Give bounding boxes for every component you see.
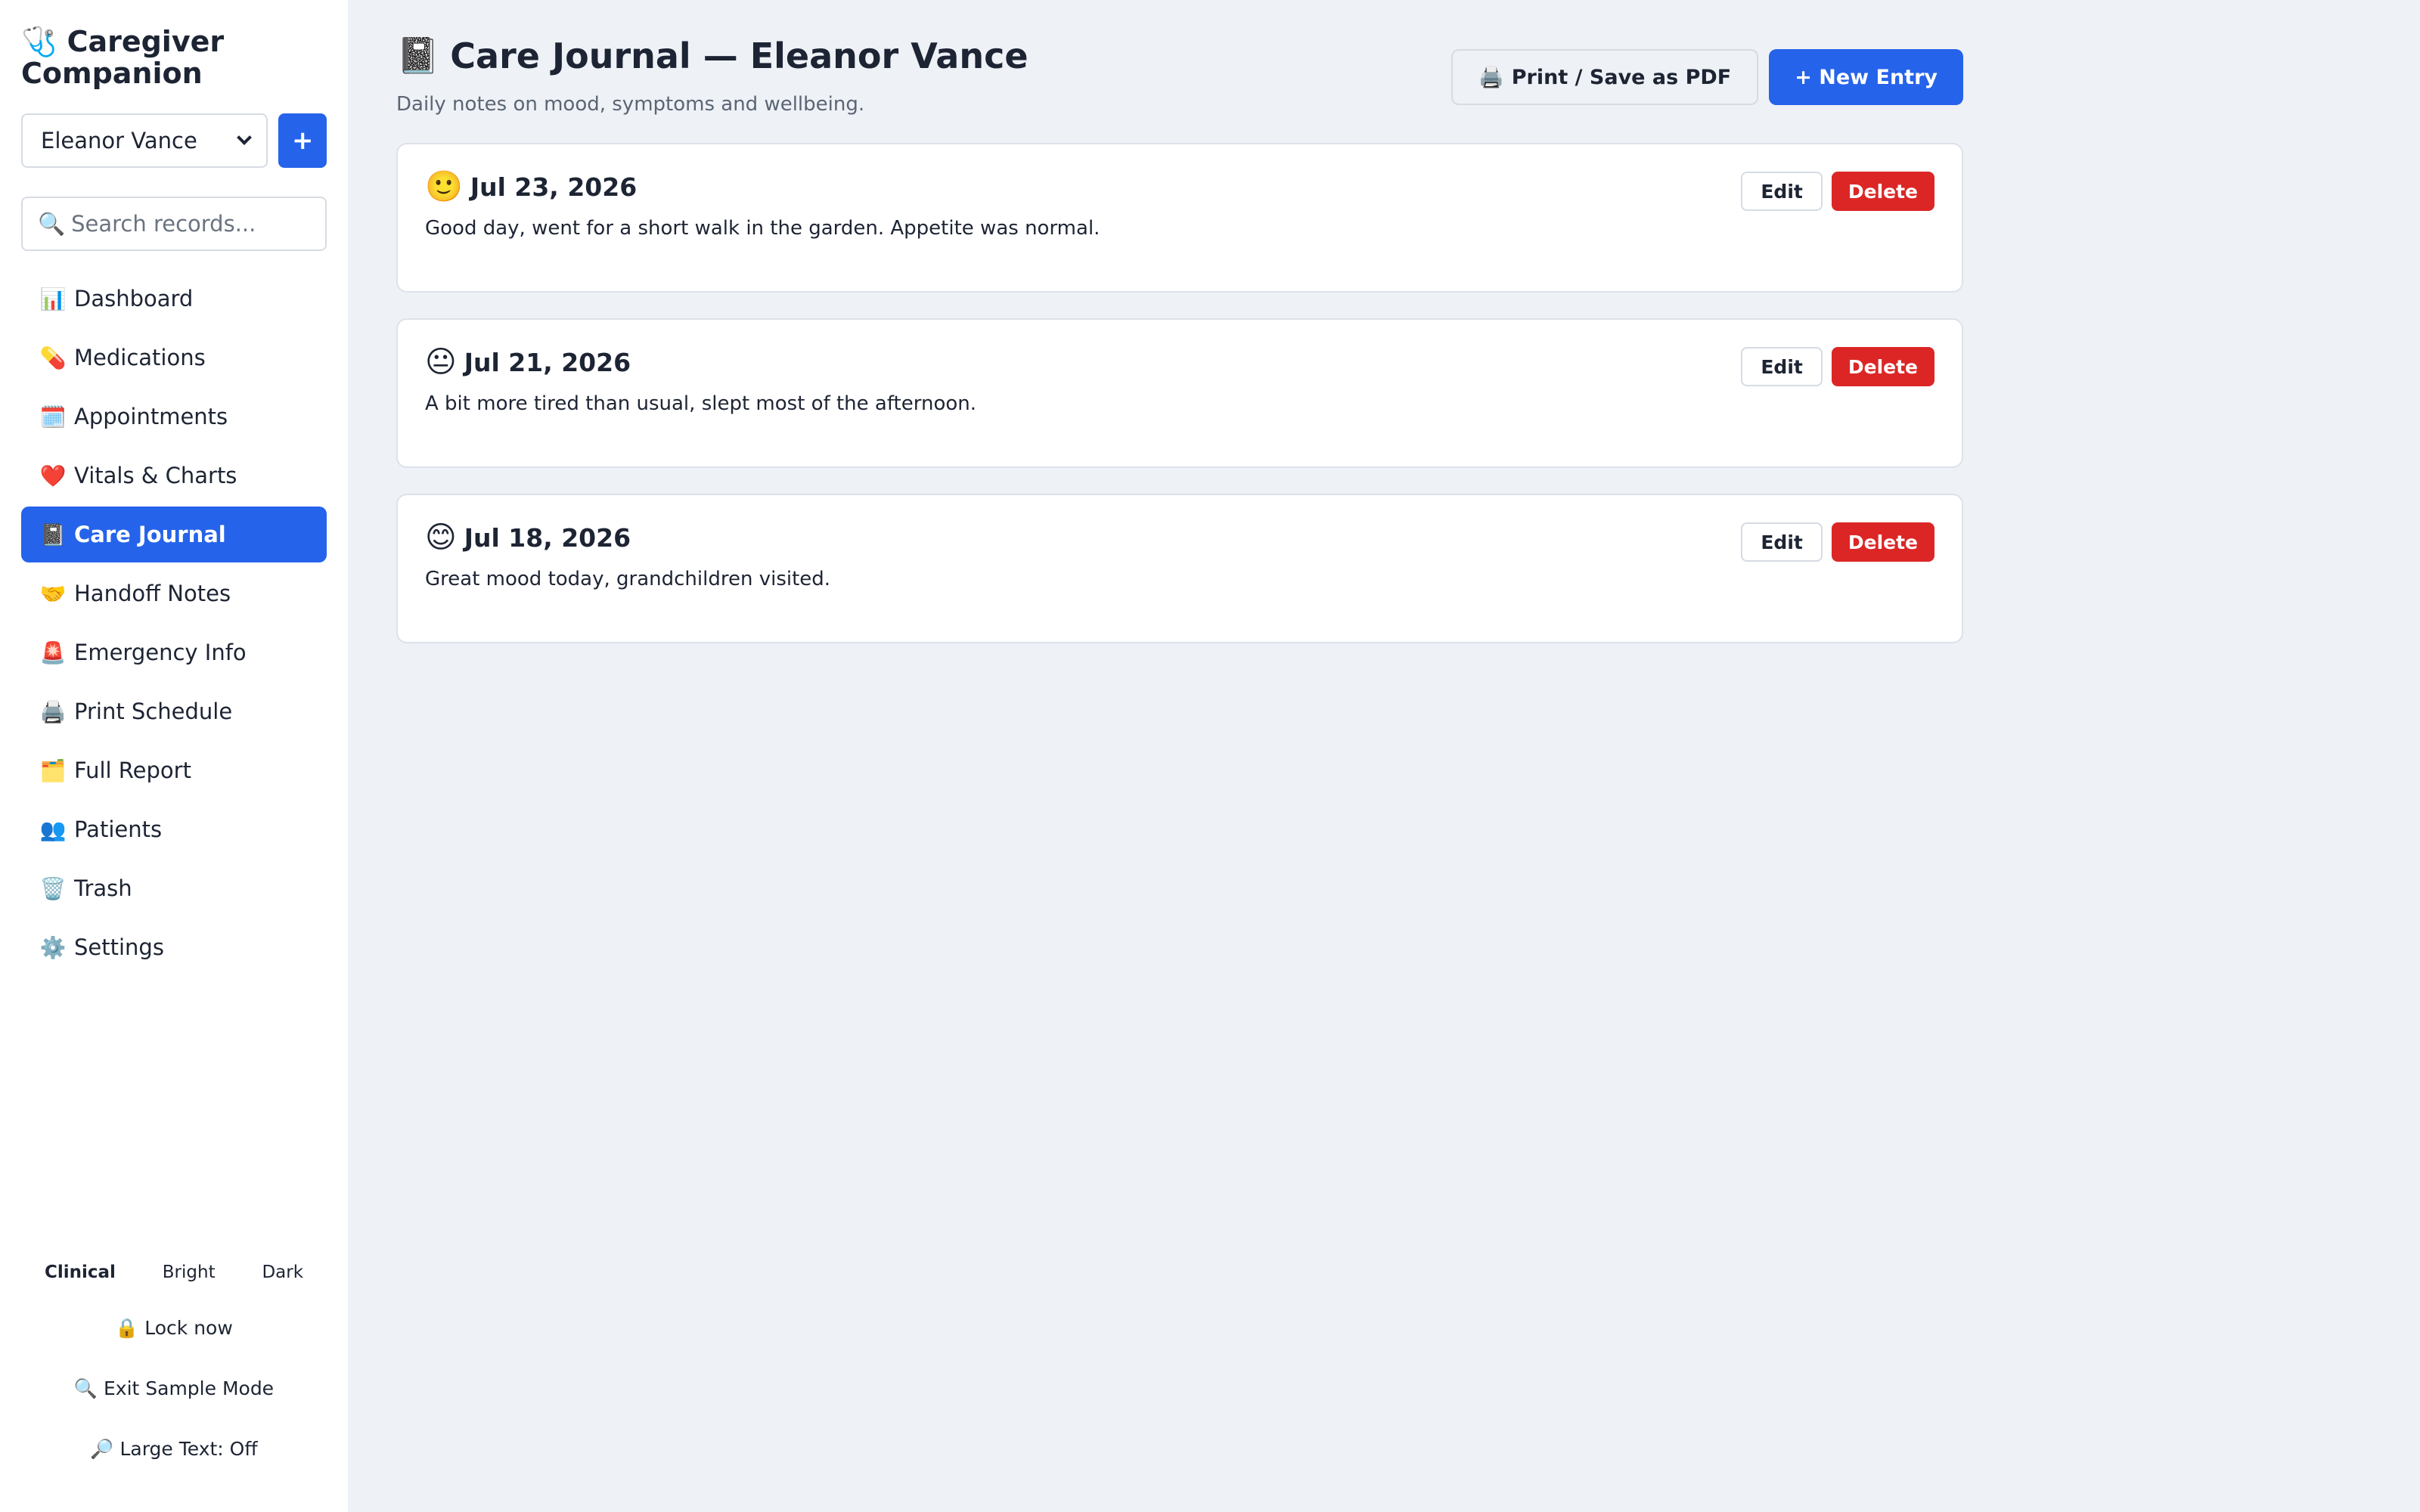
printer-icon: 🖨️ [39, 699, 67, 724]
sidebar-item-handoff-notes[interactable]: 🤝 Handoff Notes [21, 565, 327, 621]
sidebar-item-label: Care Journal [74, 522, 226, 547]
folder-icon: 🗂️ [39, 758, 67, 783]
sidebar: 🩺 Caregiver Companion Eleanor Vance + 🔍 … [0, 0, 348, 1512]
edit-entry-button[interactable]: Edit [1741, 172, 1823, 211]
sidebar-item-care-journal[interactable]: 📓 Care Journal [21, 507, 327, 562]
dashboard-icon: 📊 [39, 286, 67, 311]
sidebar-item-settings[interactable]: ⚙️ Settings [21, 919, 327, 975]
entry-actions: Edit Delete [1741, 522, 1934, 562]
sidebar-item-label: Handoff Notes [74, 581, 231, 606]
page-subtitle: Daily notes on mood, symptoms and wellbe… [396, 93, 865, 116]
sidebar-item-full-report[interactable]: 🗂️ Full Report [21, 742, 327, 798]
sidebar-item-appointments[interactable]: 🗓️ Appointments [21, 389, 327, 445]
entry-note: Good day, went for a short walk in the g… [425, 217, 1100, 240]
handshake-icon: 🤝 [39, 581, 67, 606]
sidebar-item-label: Vitals & Charts [74, 463, 237, 488]
sidebar-item-label: Settings [74, 934, 164, 960]
exit-sample-mode-button[interactable]: 🔍 Exit Sample Mode [21, 1377, 327, 1400]
page-heading: 📓 Care Journal — Eleanor Vance Daily not… [396, 35, 1028, 116]
calendar-icon: 🗓️ [39, 404, 67, 429]
app-root: 🩺 Caregiver Companion Eleanor Vance + 🔍 … [0, 0, 2420, 1512]
new-entry-button[interactable]: + New Entry [1769, 49, 1963, 105]
sidebar-nav: 📊 Dashboard 💊 Medications 🗓️ Appointments ❤… [21, 271, 327, 975]
entry-actions: Edit Delete [1741, 172, 1934, 211]
print-pdf-button[interactable]: 🖨️ Print / Save as PDF [1451, 49, 1759, 105]
sidebar-item-trash[interactable]: 🗑️ Trash [21, 860, 327, 916]
theme-dark[interactable]: Dark [262, 1263, 303, 1282]
page-title-text: Care Journal — Eleanor Vance [450, 35, 1028, 76]
brand: 🩺 Caregiver Companion [21, 26, 327, 89]
stethoscope-icon: 🩺 [21, 25, 57, 58]
patient-select[interactable]: Eleanor Vance [21, 113, 268, 168]
theme-clinical[interactable]: Clinical [45, 1263, 116, 1282]
search-placeholder: Search records... [71, 211, 256, 237]
chevron-down-icon [237, 130, 253, 145]
theme-switcher: Clinical Bright Dark [21, 1263, 327, 1282]
patient-row: Eleanor Vance + [21, 113, 327, 168]
sidebar-item-dashboard[interactable]: 📊 Dashboard [21, 271, 327, 327]
entry-date: Jul 23, 2026 [470, 172, 638, 202]
heart-icon: ❤️ [39, 463, 67, 488]
entry-header: 🙂 Jul 23, 2026 [425, 170, 1934, 203]
edit-entry-button[interactable]: Edit [1741, 522, 1823, 562]
entry-actions: Edit Delete [1741, 347, 1934, 386]
sidebar-item-label: Patients [74, 816, 163, 842]
main-content: 📓 Care Journal — Eleanor Vance Daily not… [348, 0, 2420, 1512]
siren-icon: 🚨 [39, 640, 67, 665]
entry-date: Jul 21, 2026 [464, 347, 631, 377]
sidebar-item-label: Medications [74, 345, 206, 370]
journal-entry: 🙂 Jul 23, 2026 Good day, went for a shor… [396, 143, 1963, 293]
edit-entry-button[interactable]: Edit [1741, 347, 1823, 386]
entry-header: 😐 Jul 21, 2026 [425, 345, 1934, 379]
search-icon: 🔍 [38, 210, 66, 237]
large-text-toggle[interactable]: 🔎 Large Text: Off [21, 1438, 327, 1461]
search-input[interactable]: 🔍 Search records... [21, 197, 327, 251]
sidebar-item-label: Emergency Info [74, 640, 247, 665]
gear-icon: ⚙️ [39, 934, 67, 960]
sidebar-item-print-schedule[interactable]: 🖨️ Print Schedule [21, 683, 327, 739]
mood-neutral-icon: 😐 [425, 345, 457, 380]
sidebar-item-label: Print Schedule [74, 699, 233, 724]
page-header: 📓 Care Journal — Eleanor Vance Daily not… [396, 35, 1963, 116]
sidebar-footer: Clinical Bright Dark 🔒 Lock now 🔍 Exit S… [21, 1263, 327, 1461]
delete-entry-button[interactable]: Delete [1831, 172, 1934, 211]
lock-now-button[interactable]: 🔒 Lock now [21, 1317, 327, 1340]
sidebar-item-label: Appointments [74, 404, 228, 429]
sidebar-item-label: Dashboard [74, 286, 194, 311]
delete-entry-button[interactable]: Delete [1831, 522, 1934, 562]
add-patient-button[interactable]: + [278, 113, 327, 168]
sidebar-item-patients[interactable]: 👥 Patients [21, 801, 327, 857]
printer-icon: 🖨️ [1478, 66, 1504, 89]
entry-date: Jul 18, 2026 [464, 522, 631, 553]
sidebar-item-vitals[interactable]: ❤️ Vitals & Charts [21, 448, 327, 503]
mood-slight-smile-icon: 🙂 [425, 169, 463, 204]
notebook-icon: 📓 [396, 35, 440, 76]
sidebar-item-medications[interactable]: 💊 Medications [21, 330, 327, 386]
delete-entry-button[interactable]: Delete [1831, 347, 1934, 386]
entry-header: 😊 Jul 18, 2026 [425, 521, 1934, 554]
mood-happy-icon: 😊 [425, 520, 457, 555]
notebook-icon: 📓 [39, 522, 67, 547]
sidebar-item-label: Full Report [74, 758, 191, 783]
print-pdf-label: Print / Save as PDF [1511, 65, 1732, 89]
entry-note: A bit more tired than usual, slept most … [425, 392, 977, 415]
patient-select-value: Eleanor Vance [41, 128, 197, 153]
journal-entry: 😐 Jul 21, 2026 A bit more tired than usu… [396, 318, 1963, 468]
people-icon: 👥 [39, 816, 67, 842]
journal-entries: 🙂 Jul 23, 2026 Good day, went for a shor… [396, 143, 1963, 643]
page-title: 📓 Care Journal — Eleanor Vance [396, 35, 1028, 76]
journal-entry: 😊 Jul 18, 2026 Great mood today, grandch… [396, 494, 1963, 643]
pill-icon: 💊 [39, 345, 67, 370]
sidebar-item-label: Trash [74, 875, 132, 901]
trash-icon: 🗑️ [39, 875, 67, 901]
theme-bright[interactable]: Bright [163, 1263, 216, 1282]
entry-note: Great mood today, grandchildren visited. [425, 568, 831, 590]
sidebar-item-emergency-info[interactable]: 🚨 Emergency Info [21, 624, 327, 680]
header-actions: 🖨️ Print / Save as PDF + New Entry [1451, 49, 1963, 105]
